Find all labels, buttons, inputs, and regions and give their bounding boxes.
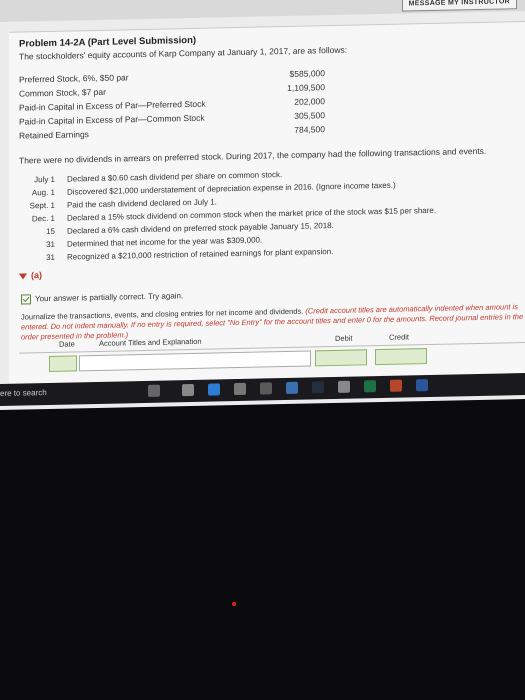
dropbox-icon[interactable] bbox=[286, 381, 298, 395]
problem-panel: Problem 14-2A (Part Level Submission) Th… bbox=[9, 20, 525, 393]
equity-value: 1,109,500 bbox=[287, 82, 325, 93]
equity-label: Common Stock, $7 par bbox=[19, 86, 106, 99]
transaction-date: 15 bbox=[46, 226, 55, 237]
part-a-label: (a) bbox=[31, 270, 42, 281]
transaction-desc: Declared a $0.60 cash dividend per share… bbox=[67, 170, 283, 184]
equity-value: 202,000 bbox=[294, 96, 325, 107]
file-explorer-icon[interactable] bbox=[234, 382, 246, 396]
equity-label: Retained Earnings bbox=[19, 129, 89, 141]
edge-icon[interactable] bbox=[208, 383, 220, 396]
transaction-date: 31 bbox=[46, 239, 55, 250]
transaction-date: Sept. 1 bbox=[29, 200, 55, 211]
office-icon[interactable] bbox=[390, 379, 402, 392]
date-select[interactable] bbox=[49, 355, 77, 372]
microphone-icon[interactable] bbox=[148, 384, 160, 397]
store-icon[interactable] bbox=[260, 382, 272, 395]
credit-input[interactable] bbox=[375, 348, 427, 366]
transaction-desc: Paid the cash dividend declared on July … bbox=[67, 197, 217, 210]
status-text: Your answer is partially correct. Try ag… bbox=[35, 291, 184, 304]
answer-status: Your answer is partially correct. Try ag… bbox=[21, 291, 184, 305]
part-a-toggle[interactable]: (a) bbox=[19, 270, 42, 280]
light-reflection bbox=[232, 602, 236, 606]
excel-icon[interactable] bbox=[364, 380, 376, 393]
col-debit: Debit bbox=[335, 333, 353, 343]
equity-label: Preferred Stock, 6%, $50 par bbox=[19, 72, 129, 85]
transaction-desc: Determined that net income for the year … bbox=[67, 235, 263, 249]
message-instructor-button[interactable]: MESSAGE MY INSTRUCTOR bbox=[401, 0, 517, 12]
caret-down-icon bbox=[19, 273, 27, 280]
transaction-desc: Recognized a $210,000 restriction of ret… bbox=[67, 247, 334, 262]
word-icon[interactable] bbox=[416, 379, 428, 392]
debit-input[interactable] bbox=[315, 349, 367, 367]
equity-value: 784,500 bbox=[294, 124, 325, 135]
transaction-date: Aug. 1 bbox=[31, 187, 55, 198]
equity-label: Paid-in Capital in Excess of Par—Preferr… bbox=[19, 98, 206, 113]
problem-paragraph: There were no dividends in arrears on pr… bbox=[19, 145, 487, 166]
transaction-desc: Discovered $21,000 understatement of dep… bbox=[67, 180, 396, 197]
mail-icon[interactable] bbox=[338, 380, 350, 393]
equity-label: Paid-in Capital in Excess of Par—Common … bbox=[19, 112, 205, 127]
equity-value: 305,500 bbox=[294, 110, 325, 121]
transaction-date: July 1 bbox=[34, 174, 55, 185]
transaction-date: 31 bbox=[46, 252, 55, 263]
transaction-date: Dec. 1 bbox=[31, 213, 55, 224]
check-icon bbox=[21, 294, 31, 305]
taskbar-search[interactable]: ere to search bbox=[0, 388, 47, 398]
problem-title: Problem 14-2A (Part Level Submission) bbox=[19, 34, 197, 50]
browser-window: MESSAGE MY INSTRUCTOR Problem 14-2A (Par… bbox=[0, 0, 525, 411]
equity-value: $585,000 bbox=[289, 68, 325, 79]
amazon-icon[interactable] bbox=[312, 381, 324, 394]
col-account: Account Titles and Explanation bbox=[99, 336, 202, 348]
col-date: Date bbox=[59, 339, 75, 349]
transaction-desc: Declared a 6% cash dividend on preferred… bbox=[67, 221, 334, 236]
top-bar: MESSAGE MY INSTRUCTOR bbox=[0, 0, 525, 22]
task-view-icon[interactable] bbox=[182, 383, 194, 397]
col-credit: Credit bbox=[389, 332, 410, 342]
account-title-select[interactable] bbox=[79, 350, 311, 372]
